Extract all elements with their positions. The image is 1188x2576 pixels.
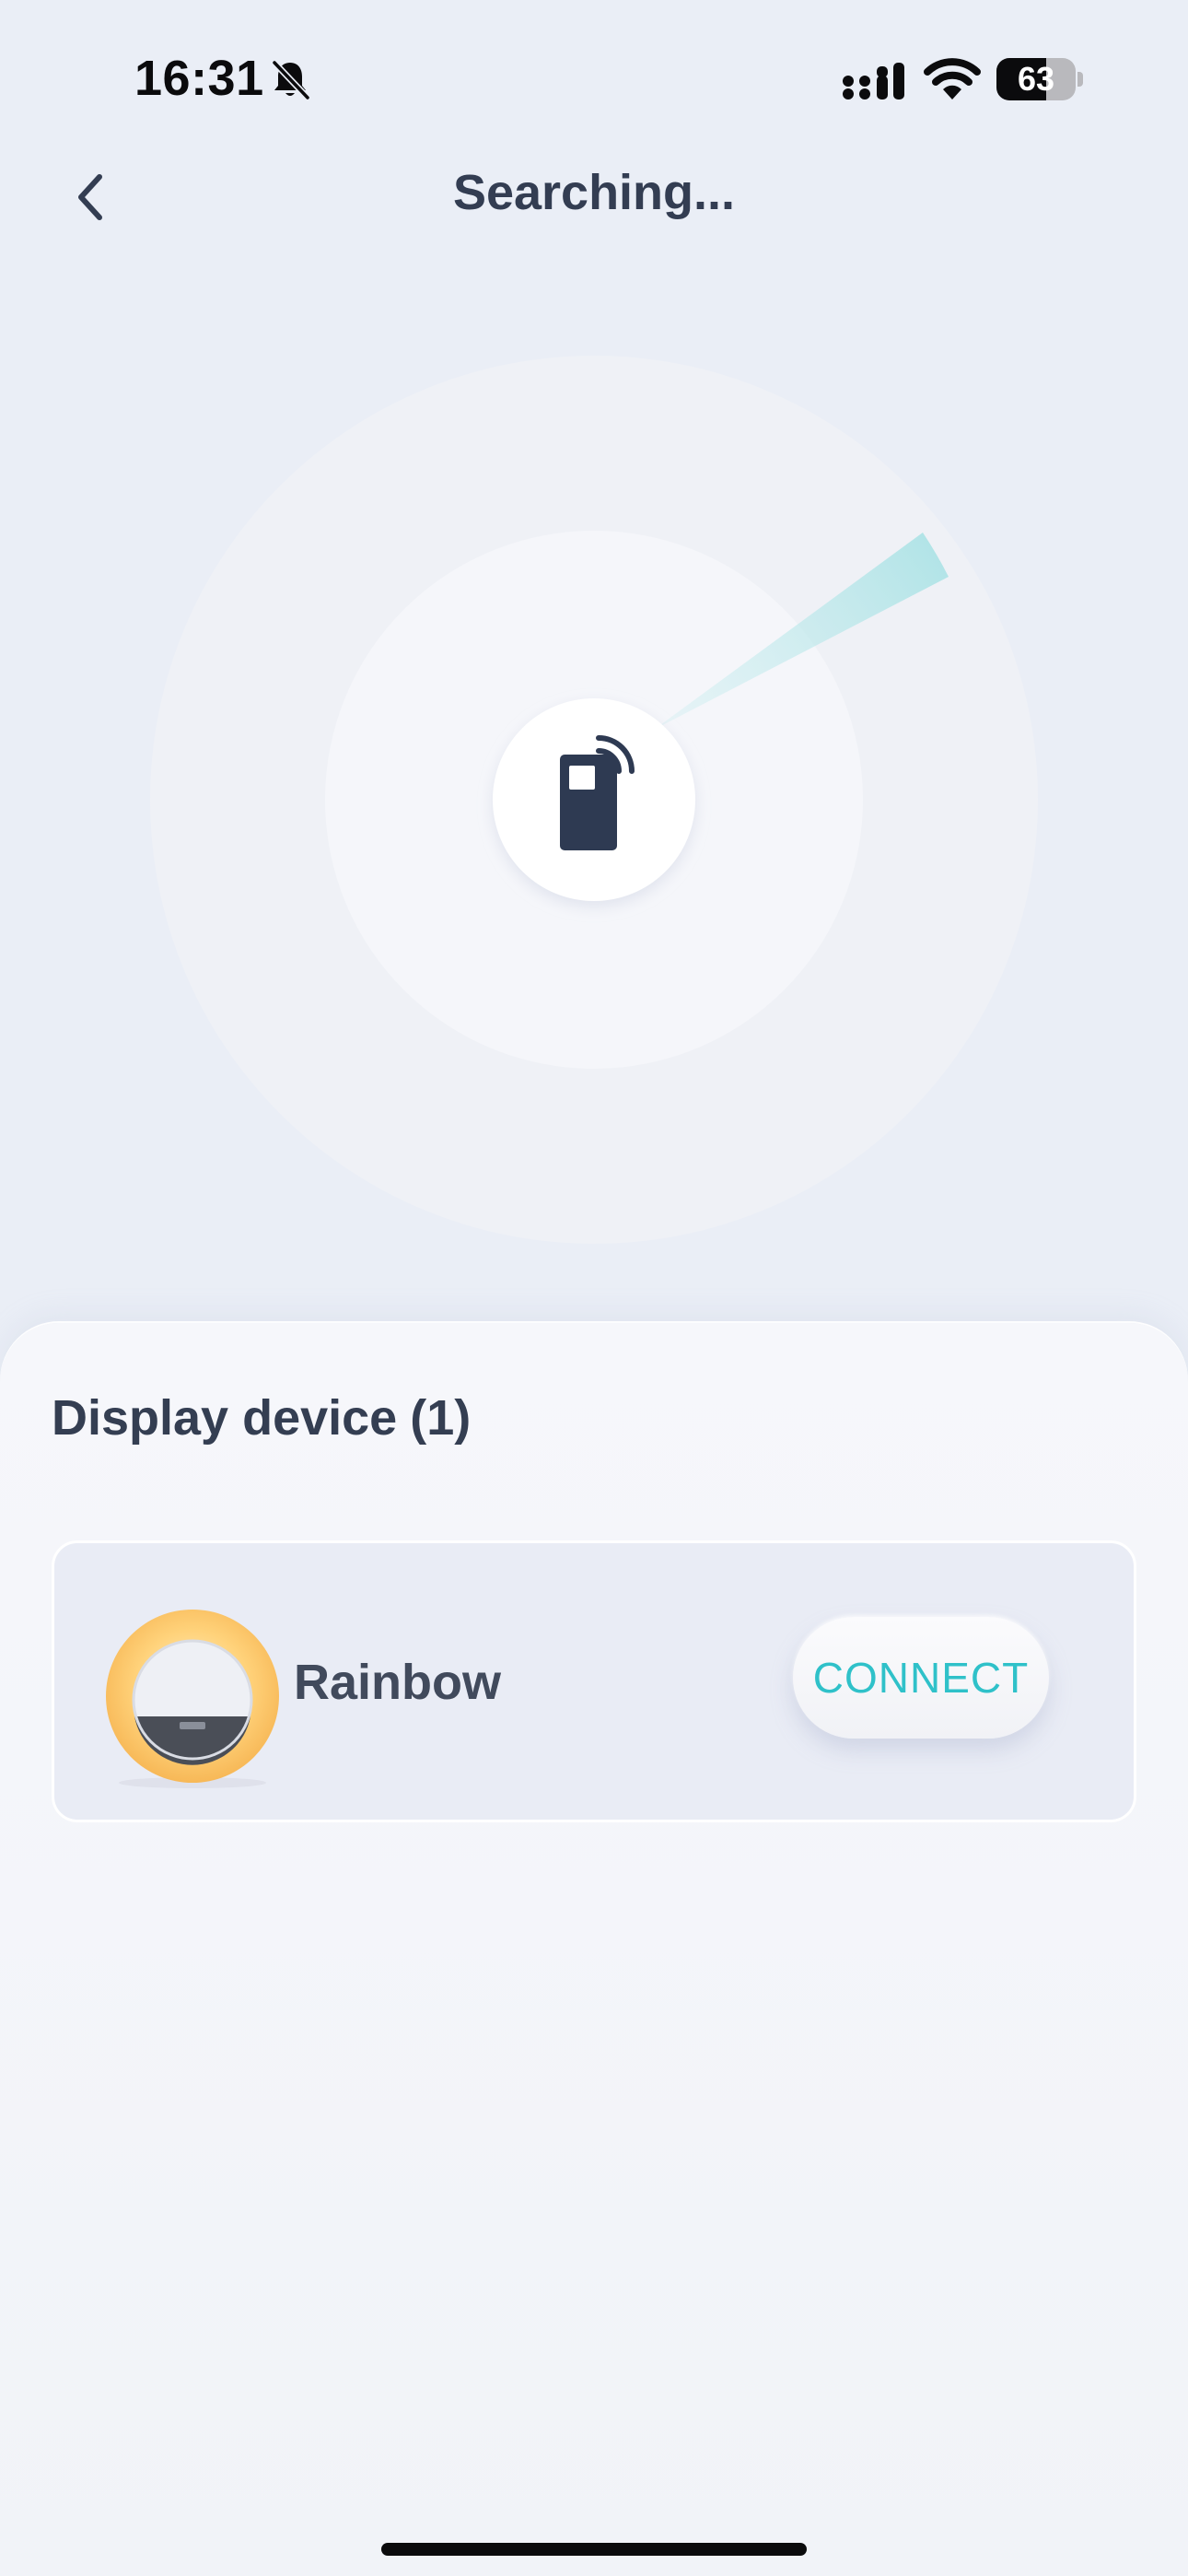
device-card[interactable]: Rainbow CONNECT	[52, 1540, 1136, 1822]
device-count: (1)	[410, 1390, 472, 1446]
radar-scanner	[150, 356, 1038, 1244]
wifi-icon	[924, 58, 981, 100]
battery-level: 63	[1017, 60, 1055, 98]
status-time: 16:31	[134, 51, 264, 106]
status-bar: 16:31 63	[0, 0, 1188, 147]
device-list-heading: Display device (1)	[52, 1389, 471, 1446]
rainbow-lamp-image	[106, 1610, 279, 1788]
device-name: Rainbow	[294, 1655, 501, 1710]
home-indicator[interactable]	[381, 2543, 807, 2556]
bell-slash-icon	[271, 59, 311, 101]
device-list-title: Display device	[52, 1390, 398, 1446]
devices-sheet	[0, 1323, 1188, 2576]
battery-cap	[1077, 72, 1083, 87]
connect-button[interactable]: CONNECT	[793, 1617, 1049, 1739]
cellular-signal-icon	[843, 63, 904, 100]
page-title: Searching...	[452, 165, 736, 220]
battery-indicator: 63	[996, 58, 1076, 100]
